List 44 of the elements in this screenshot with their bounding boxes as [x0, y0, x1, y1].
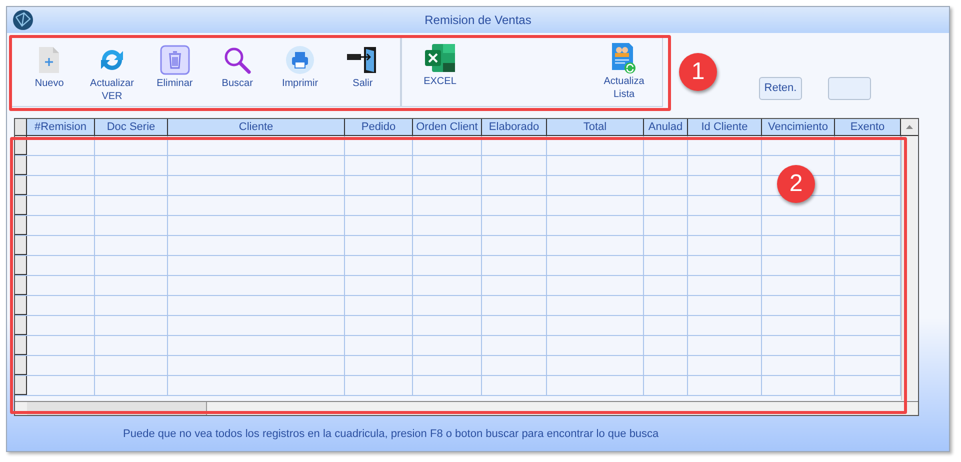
column-header[interactable]: Vencimiento — [762, 119, 835, 135]
row-header[interactable] — [15, 356, 27, 375]
row-header[interactable] — [15, 336, 27, 355]
window-title: Remision de Ventas — [424, 12, 532, 29]
toolbar-button[interactable]: Salir — [331, 38, 394, 106]
toolbar-button[interactable]: Actualiza Lista — [592, 38, 656, 106]
toolbar-button[interactable]: Imprimir — [268, 38, 332, 106]
toolbar-button[interactable]: EXCEL — [408, 38, 472, 106]
row-header[interactable] — [15, 176, 27, 195]
column-header[interactable]: #Remision — [27, 119, 95, 135]
column-header[interactable]: Elaborado — [482, 119, 547, 135]
column-header[interactable]: Anulad — [644, 119, 688, 135]
spreadsheet-icon — [424, 43, 456, 73]
toolbar-button[interactable]: Eliminar — [143, 38, 206, 106]
column-header[interactable]: Doc Serie — [95, 119, 168, 135]
search-icon — [222, 46, 252, 74]
column-header[interactable]: Pedido — [345, 119, 413, 135]
hint-text: Puede que no vea todos los registros en la cuadricula, presion F8 o boton buscar para encontrar lo que busca — [123, 427, 659, 442]
row-header[interactable] — [15, 216, 27, 235]
toolbar-button[interactable]: Buscar — [206, 38, 269, 106]
column-header[interactable]: Cliente — [168, 119, 345, 135]
row-header[interactable] — [15, 296, 27, 315]
up-arrow-icon — [906, 125, 912, 129]
column-header[interactable]: Orden Client — [413, 119, 482, 135]
trash-icon — [160, 45, 190, 75]
column-header[interactable]: Total — [547, 119, 644, 135]
row-header[interactable] — [15, 236, 27, 255]
row-header[interactable] — [15, 256, 27, 275]
row-header[interactable] — [15, 316, 27, 335]
new-document-icon — [37, 46, 62, 74]
toolbar-button[interactable]: Actualizar VER — [80, 38, 144, 106]
toolbar-button[interactable]: Nuevo — [18, 38, 81, 106]
column-header[interactable]: Exento — [835, 119, 901, 135]
row-header[interactable] — [15, 156, 27, 175]
step-badge: 1 — [679, 53, 717, 91]
row-header[interactable] — [15, 276, 27, 295]
globe-icon — [12, 9, 34, 31]
contact-list-icon — [611, 42, 637, 74]
row-header[interactable] — [15, 196, 27, 215]
side-button[interactable]: Reten. — [759, 77, 802, 100]
scroll-up-button[interactable] — [901, 119, 917, 135]
row-header[interactable] — [15, 376, 27, 395]
printer-icon — [285, 45, 316, 75]
column-header[interactable]: Id Cliente — [688, 119, 762, 135]
